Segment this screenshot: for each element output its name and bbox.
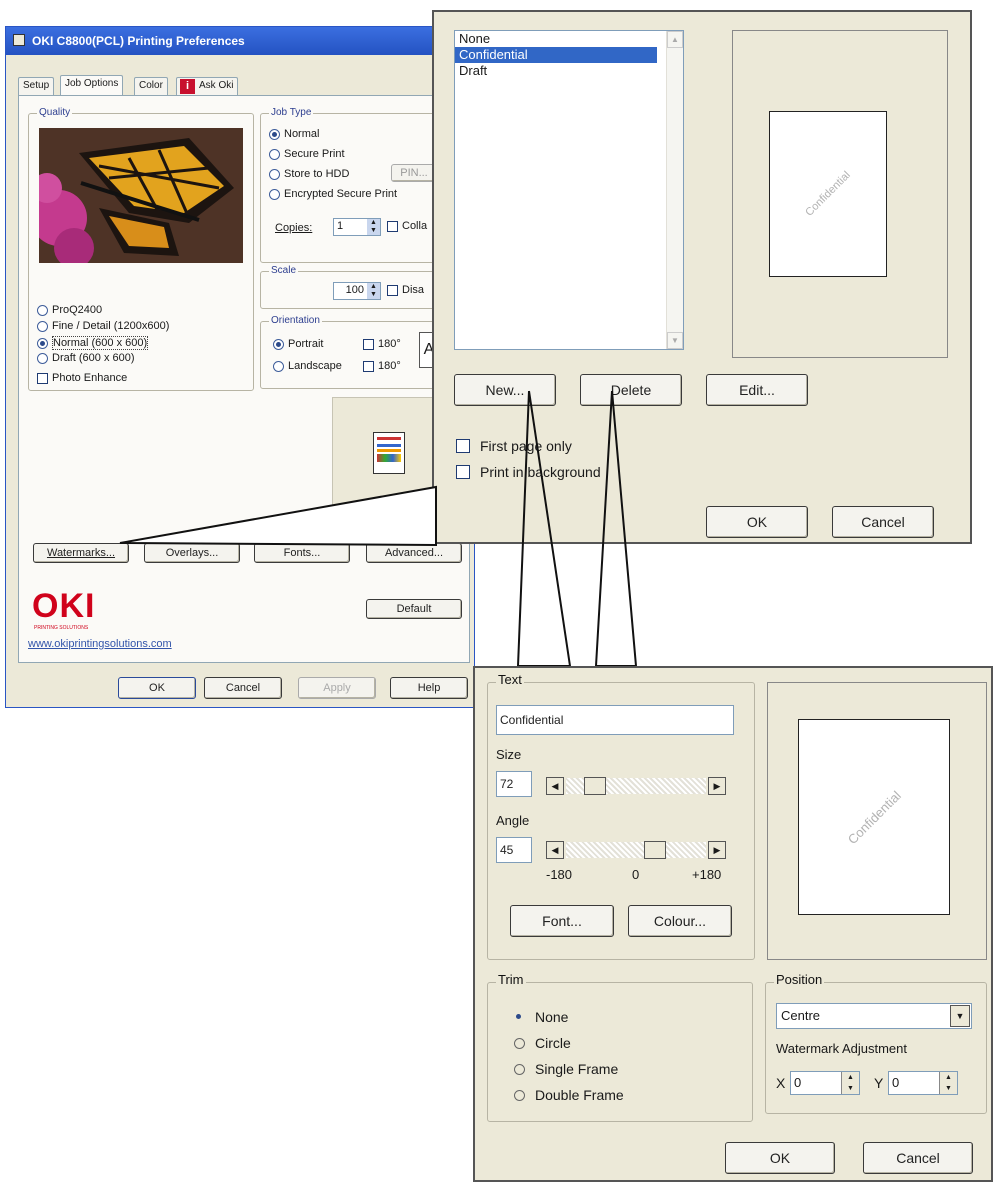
trim-single-frame[interactable]: Single Frame xyxy=(514,1061,618,1077)
text-group: Text Size ◀ ▶ Angle ◀ ▶ -180 0 +180 Font… xyxy=(487,673,755,960)
slider-thumb[interactable] xyxy=(584,777,606,795)
angle-tick-max: +180 xyxy=(692,867,722,882)
slider-left-arrow-icon[interactable]: ◀ xyxy=(546,777,564,795)
angle-tick-min: -180 xyxy=(546,867,573,882)
spin-arrows-icon[interactable]: ▲ ▼ xyxy=(841,1072,859,1094)
slider-right-arrow-icon[interactable]: ▶ xyxy=(708,777,726,795)
size-slider[interactable]: ◀ ▶ xyxy=(546,777,726,795)
angle-input[interactable] xyxy=(496,837,532,863)
angle-label: Angle xyxy=(496,813,530,828)
slider-thumb[interactable] xyxy=(644,841,666,859)
slider-track xyxy=(566,842,706,858)
edit-preview-panel: Confidential xyxy=(767,682,987,960)
watermark-text-input[interactable] xyxy=(496,705,734,735)
spin-arrows-icon[interactable]: ▲ ▼ xyxy=(939,1072,957,1094)
position-group: Position Centre ▼ Watermark Adjustment X… xyxy=(765,973,987,1114)
edit-ok-button[interactable]: OK xyxy=(725,1142,835,1174)
edit-cancel-button[interactable]: Cancel xyxy=(863,1142,973,1174)
radio-icon xyxy=(514,1037,525,1049)
radio-selected-icon xyxy=(514,1011,525,1023)
size-label: Size xyxy=(496,747,522,762)
colour-button[interactable]: Colour... xyxy=(628,905,732,937)
trim-circle[interactable]: Circle xyxy=(514,1035,571,1051)
trim-group: Trim None Circle Single Frame Double Fra… xyxy=(487,973,753,1122)
slider-right-arrow-icon[interactable]: ▶ xyxy=(708,841,726,859)
angle-tick-zero: 0 xyxy=(632,867,640,882)
x-label: X xyxy=(776,1075,786,1091)
dropdown-arrow-icon[interactable]: ▼ xyxy=(950,1005,970,1027)
radio-icon xyxy=(514,1089,525,1101)
font-button[interactable]: Font... xyxy=(510,905,614,937)
edit-preview-page: Confidential xyxy=(798,719,950,915)
angle-slider[interactable]: ◀ ▶ xyxy=(546,841,726,859)
y-label: Y xyxy=(874,1075,884,1091)
x-spinner[interactable]: 0 ▲ ▼ xyxy=(790,1071,860,1095)
position-select[interactable]: Centre ▼ xyxy=(776,1003,972,1029)
edit-preview-watermark-text: Confidential xyxy=(844,787,904,847)
slider-left-arrow-icon[interactable]: ◀ xyxy=(546,841,564,859)
radio-icon xyxy=(514,1063,525,1075)
trim-none[interactable]: None xyxy=(514,1009,568,1025)
watermark-adjustment-label: Watermark Adjustment xyxy=(776,1041,908,1056)
trim-double-frame[interactable]: Double Frame xyxy=(514,1087,624,1103)
y-spinner[interactable]: 0 ▲ ▼ xyxy=(888,1071,958,1095)
edit-watermark-dialog: Text Size ◀ ▶ Angle ◀ ▶ -180 0 +180 Font… xyxy=(473,666,993,1182)
size-input[interactable] xyxy=(496,771,532,797)
